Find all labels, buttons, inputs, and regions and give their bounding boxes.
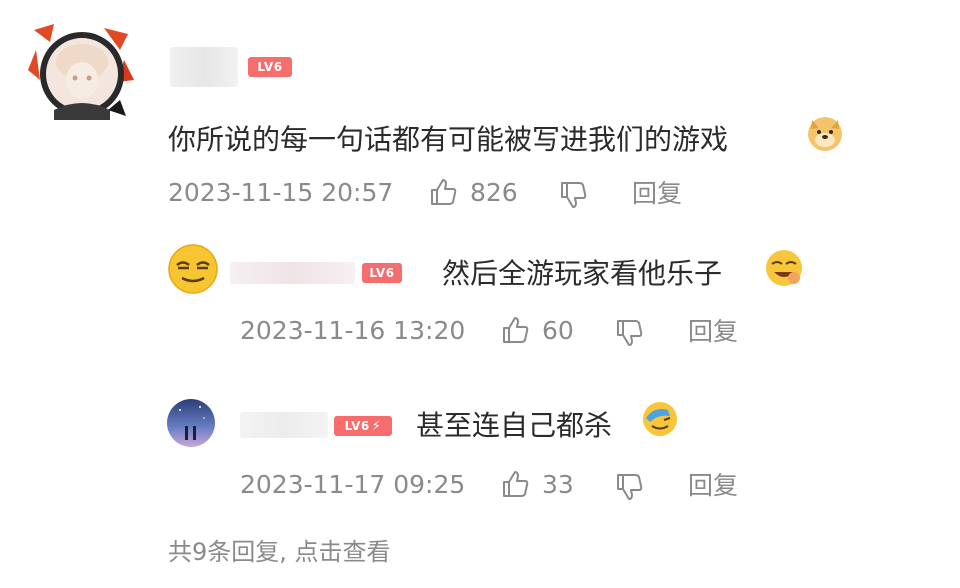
username-blurred[interactable]: [240, 412, 328, 438]
like-icon[interactable]: [428, 177, 458, 207]
facepalm-emoji-icon: [643, 402, 677, 436]
dislike-icon[interactable]: [614, 317, 644, 347]
avatar[interactable]: [24, 20, 136, 124]
like-icon[interactable]: [500, 469, 530, 499]
comment-meta: 2023-11-15 20:57 826 回复: [0, 176, 960, 208]
level-badge: LV6 ⚡: [334, 416, 392, 436]
avatar-frame-icon: [28, 24, 134, 120]
reply-item: LV6 ⚡ 甚至连自己都杀 2023-11-17 09:25 33 回复: [0, 384, 960, 514]
reply-meta: 2023-11-17 09:25 33 回复: [0, 468, 960, 500]
comment-date: 2023-11-15 20:57: [168, 177, 394, 207]
like-count: 33: [542, 469, 574, 499]
level-badge: LV6: [248, 57, 292, 77]
view-all-replies-link[interactable]: 共9条回复, 点击查看: [168, 532, 391, 567]
reply-text: 甚至连自己都杀: [416, 409, 613, 442]
reply-date: 2023-11-17 09:25: [240, 469, 466, 499]
avatar[interactable]: [168, 244, 218, 294]
reply-button[interactable]: 回复: [632, 174, 682, 210]
like-icon[interactable]: [500, 315, 530, 345]
username-blurred[interactable]: [170, 47, 238, 87]
laughing-emoji-icon: [766, 250, 802, 286]
comment-text: 你所说的每一句话都有可能被写进我们的游戏: [168, 123, 729, 156]
like-count: 60: [542, 315, 574, 345]
username-blurred[interactable]: [230, 262, 355, 284]
reply-text: 然后全游玩家看他乐子: [442, 257, 723, 290]
reply-date: 2023-11-16 13:20: [240, 315, 466, 345]
reply-item: LV6 然后全游玩家看他乐子 2023-11-16 13:20 60 回复: [0, 230, 960, 360]
reply-button[interactable]: 回复: [688, 466, 738, 502]
lightning-icon: ⚡: [371, 419, 382, 434]
reply-button[interactable]: 回复: [688, 312, 738, 348]
dislike-icon[interactable]: [558, 179, 588, 209]
like-count: 826: [470, 177, 518, 207]
doge-emoji-icon: [808, 117, 842, 151]
level-text: LV6: [344, 419, 370, 433]
avatar[interactable]: [166, 398, 216, 448]
dislike-icon[interactable]: [614, 471, 644, 501]
reply-meta: 2023-11-16 13:20 60 回复: [0, 314, 960, 346]
comment-main: LV6 你所说的每一句话都有可能被写进我们的游戏 2023-11-15 20:5…: [0, 0, 960, 220]
level-badge: LV6: [362, 263, 402, 283]
